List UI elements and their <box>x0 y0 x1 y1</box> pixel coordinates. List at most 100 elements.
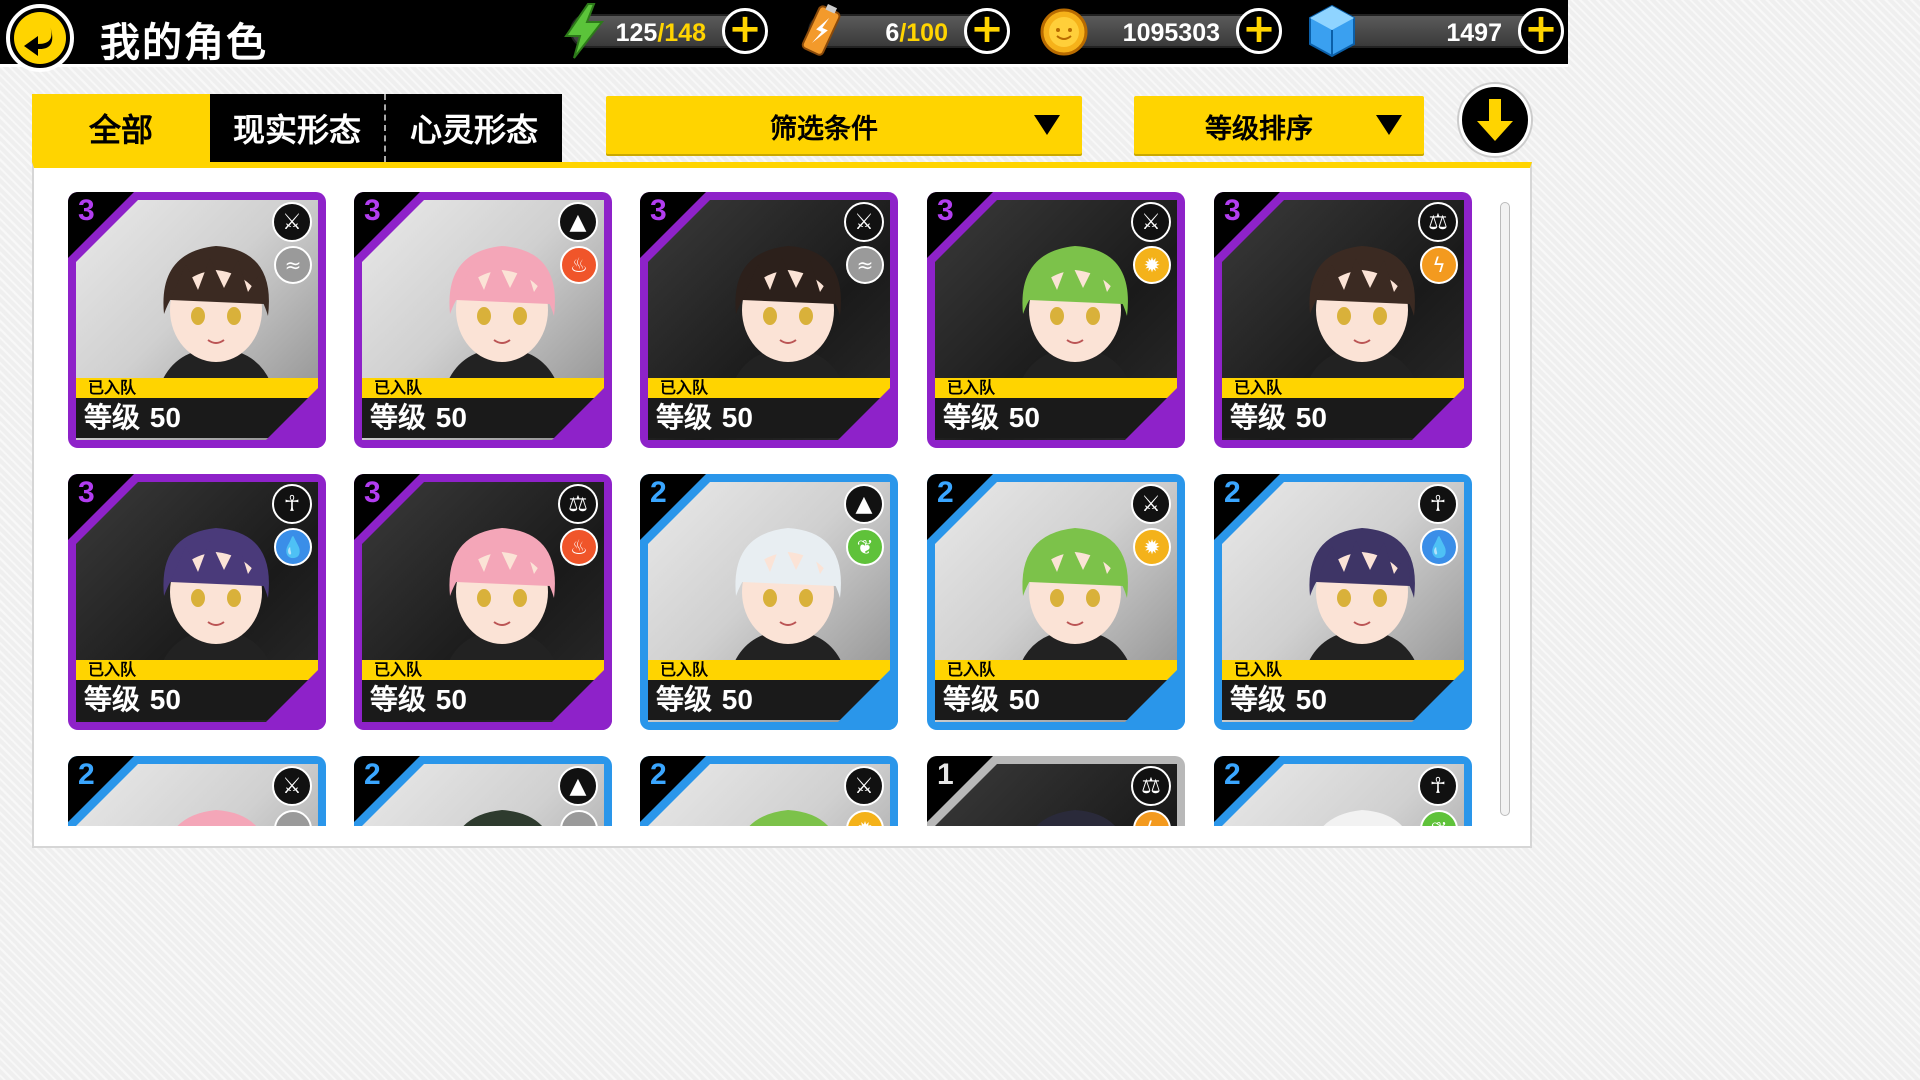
sort-dropdown[interactable]: 等级排序 <box>1134 96 1424 154</box>
level-label: 等级 <box>84 401 141 434</box>
sword-role-icon: ⚔ <box>1131 484 1171 524</box>
level-value: 50 <box>435 402 467 433</box>
character-portrait <box>1015 246 1135 400</box>
add-stamina-button[interactable]: + <box>722 8 768 54</box>
rarity-number: 3 <box>364 194 381 227</box>
level-value: 50 <box>435 684 467 715</box>
character-card[interactable]: 3 ⚔ ✹ 已入队 等级 50 <box>927 192 1185 448</box>
character-card[interactable]: 2⚔≈ <box>68 756 326 826</box>
balance-role-icon: ⚖ <box>558 484 598 524</box>
light-element-icon: ✹ <box>1133 528 1171 566</box>
character-portrait <box>1302 528 1422 682</box>
back-button[interactable] <box>6 4 74 72</box>
character-portrait <box>1323 810 1403 826</box>
sword-role-icon: ⚔ <box>1131 202 1171 242</box>
filter-dropdown[interactable]: 筛选条件 <box>606 96 1082 154</box>
level-label: 等级 <box>1230 401 1287 434</box>
character-card[interactable]: 2 ▲ ❦ 已入队 等级 50 <box>640 474 898 730</box>
character-portrait <box>156 528 276 682</box>
character-card[interactable]: 3 ⚔ ≈ 已入队 等级 50 <box>68 192 326 448</box>
character-portrait <box>442 528 562 682</box>
level-value: 50 <box>1295 684 1327 715</box>
rarity-number: 2 <box>650 758 667 791</box>
battery-icon <box>801 3 841 56</box>
rarity-number: 2 <box>1224 758 1241 791</box>
rarity-number: 2 <box>937 476 954 509</box>
fire-element-icon: ♨ <box>560 528 598 566</box>
level-value: 50 <box>721 402 753 433</box>
gem-counter: 1497 + <box>1309 4 1564 58</box>
character-portrait <box>749 810 829 826</box>
character-card[interactable]: 2▲≈ <box>354 756 612 826</box>
balance-role-icon: ⚖ <box>1418 202 1458 242</box>
character-card[interactable]: 3 ⚔ ≈ 已入队 等级 50 <box>640 192 898 448</box>
add-coins-button[interactable]: + <box>1236 8 1282 54</box>
rarity-number: 3 <box>650 194 667 227</box>
triangle-role-icon: ▲ <box>844 484 884 524</box>
ankh-role-icon: ☥ <box>1418 766 1458 806</box>
water-element-icon: 💧 <box>1420 528 1458 566</box>
character-card[interactable]: 2⚔✹ <box>640 756 898 826</box>
back-arrow-icon <box>24 26 53 56</box>
form-tabs: 全部 现实形态 心灵形态 <box>32 94 562 162</box>
rarity-number: 1 <box>937 758 954 791</box>
character-card[interactable]: 3 ⚖ ϟ 已入队 等级 50 <box>1214 192 1472 448</box>
level-label: 等级 <box>656 401 713 434</box>
rarity-number: 3 <box>78 476 95 509</box>
tab-all[interactable]: 全部 <box>32 94 210 162</box>
coin-counter: 1095303 + <box>1040 8 1282 56</box>
character-card[interactable]: 3 ▲ ♨ 已入队 等级 50 <box>354 192 612 448</box>
rarity-number: 2 <box>1224 476 1241 509</box>
stamina-bolt-icon <box>564 3 605 59</box>
water-element-icon: 💧 <box>274 528 312 566</box>
character-portrait <box>1302 246 1422 400</box>
coin-icon <box>1040 8 1088 56</box>
character-card[interactable]: 2 ⚔ ✹ 已入队 等级 50 <box>927 474 1185 730</box>
scrollbar[interactable] <box>1500 202 1510 816</box>
level-label: 等级 <box>370 683 427 716</box>
tab-spirit-form[interactable]: 心灵形态 <box>386 94 562 162</box>
rarity-number: 3 <box>1224 194 1241 227</box>
level-value: 50 <box>149 402 181 433</box>
character-portrait <box>1036 810 1116 826</box>
character-card[interactable]: 2 ☥ 💧 已入队 等级 50 <box>1214 474 1472 730</box>
character-card[interactable]: 3 ⚖ ♨ 已入队 等级 50 <box>354 474 612 730</box>
character-portrait <box>442 246 562 400</box>
character-card[interactable]: 3 ☥ 💧 已入队 等级 50 <box>68 474 326 730</box>
thunder-element-icon: ϟ <box>1420 246 1458 284</box>
battery-counter: 6/100 + <box>801 3 1010 56</box>
sword-role-icon: ⚔ <box>272 202 312 242</box>
rarity-number: 3 <box>937 194 954 227</box>
filter-caret-icon <box>1034 115 1060 135</box>
character-portrait <box>156 246 276 400</box>
sort-direction-button[interactable] <box>1459 84 1531 156</box>
level-label: 等级 <box>370 401 427 434</box>
character-portrait <box>177 810 257 826</box>
filter-label: 筛选条件 <box>770 114 878 145</box>
level-label: 等级 <box>1230 683 1287 716</box>
ankh-role-icon: ☥ <box>272 484 312 524</box>
sort-label: 等级排序 <box>1205 114 1313 145</box>
stamina-max: 148 <box>664 19 706 47</box>
gem-amount: 1497 <box>1446 19 1502 47</box>
level-label: 等级 <box>656 683 713 716</box>
character-card[interactable]: 2☥❦ <box>1214 756 1472 826</box>
add-gems-button[interactable]: + <box>1518 8 1564 54</box>
page-title: 我的角色 <box>100 20 268 66</box>
ankh-role-icon: ☥ <box>1418 484 1458 524</box>
triangle-role-icon: ▲ <box>558 202 598 242</box>
light-element-icon: ✹ <box>1133 246 1171 284</box>
battery-current: 6 <box>885 19 900 47</box>
character-card[interactable]: 1⚖ϟ <box>927 756 1185 826</box>
character-portrait <box>1015 528 1135 682</box>
sort-caret-icon <box>1376 115 1402 135</box>
rarity-number: 2 <box>78 758 95 791</box>
add-battery-button[interactable]: + <box>964 8 1010 54</box>
tab-reality-form[interactable]: 现实形态 <box>210 94 386 162</box>
character-portrait <box>728 246 848 400</box>
level-label: 等级 <box>84 683 141 716</box>
battery-max: 100 <box>906 19 948 47</box>
rarity-number: 2 <box>650 476 667 509</box>
level-value: 50 <box>1008 402 1040 433</box>
stamina-current: 125 <box>615 19 658 47</box>
